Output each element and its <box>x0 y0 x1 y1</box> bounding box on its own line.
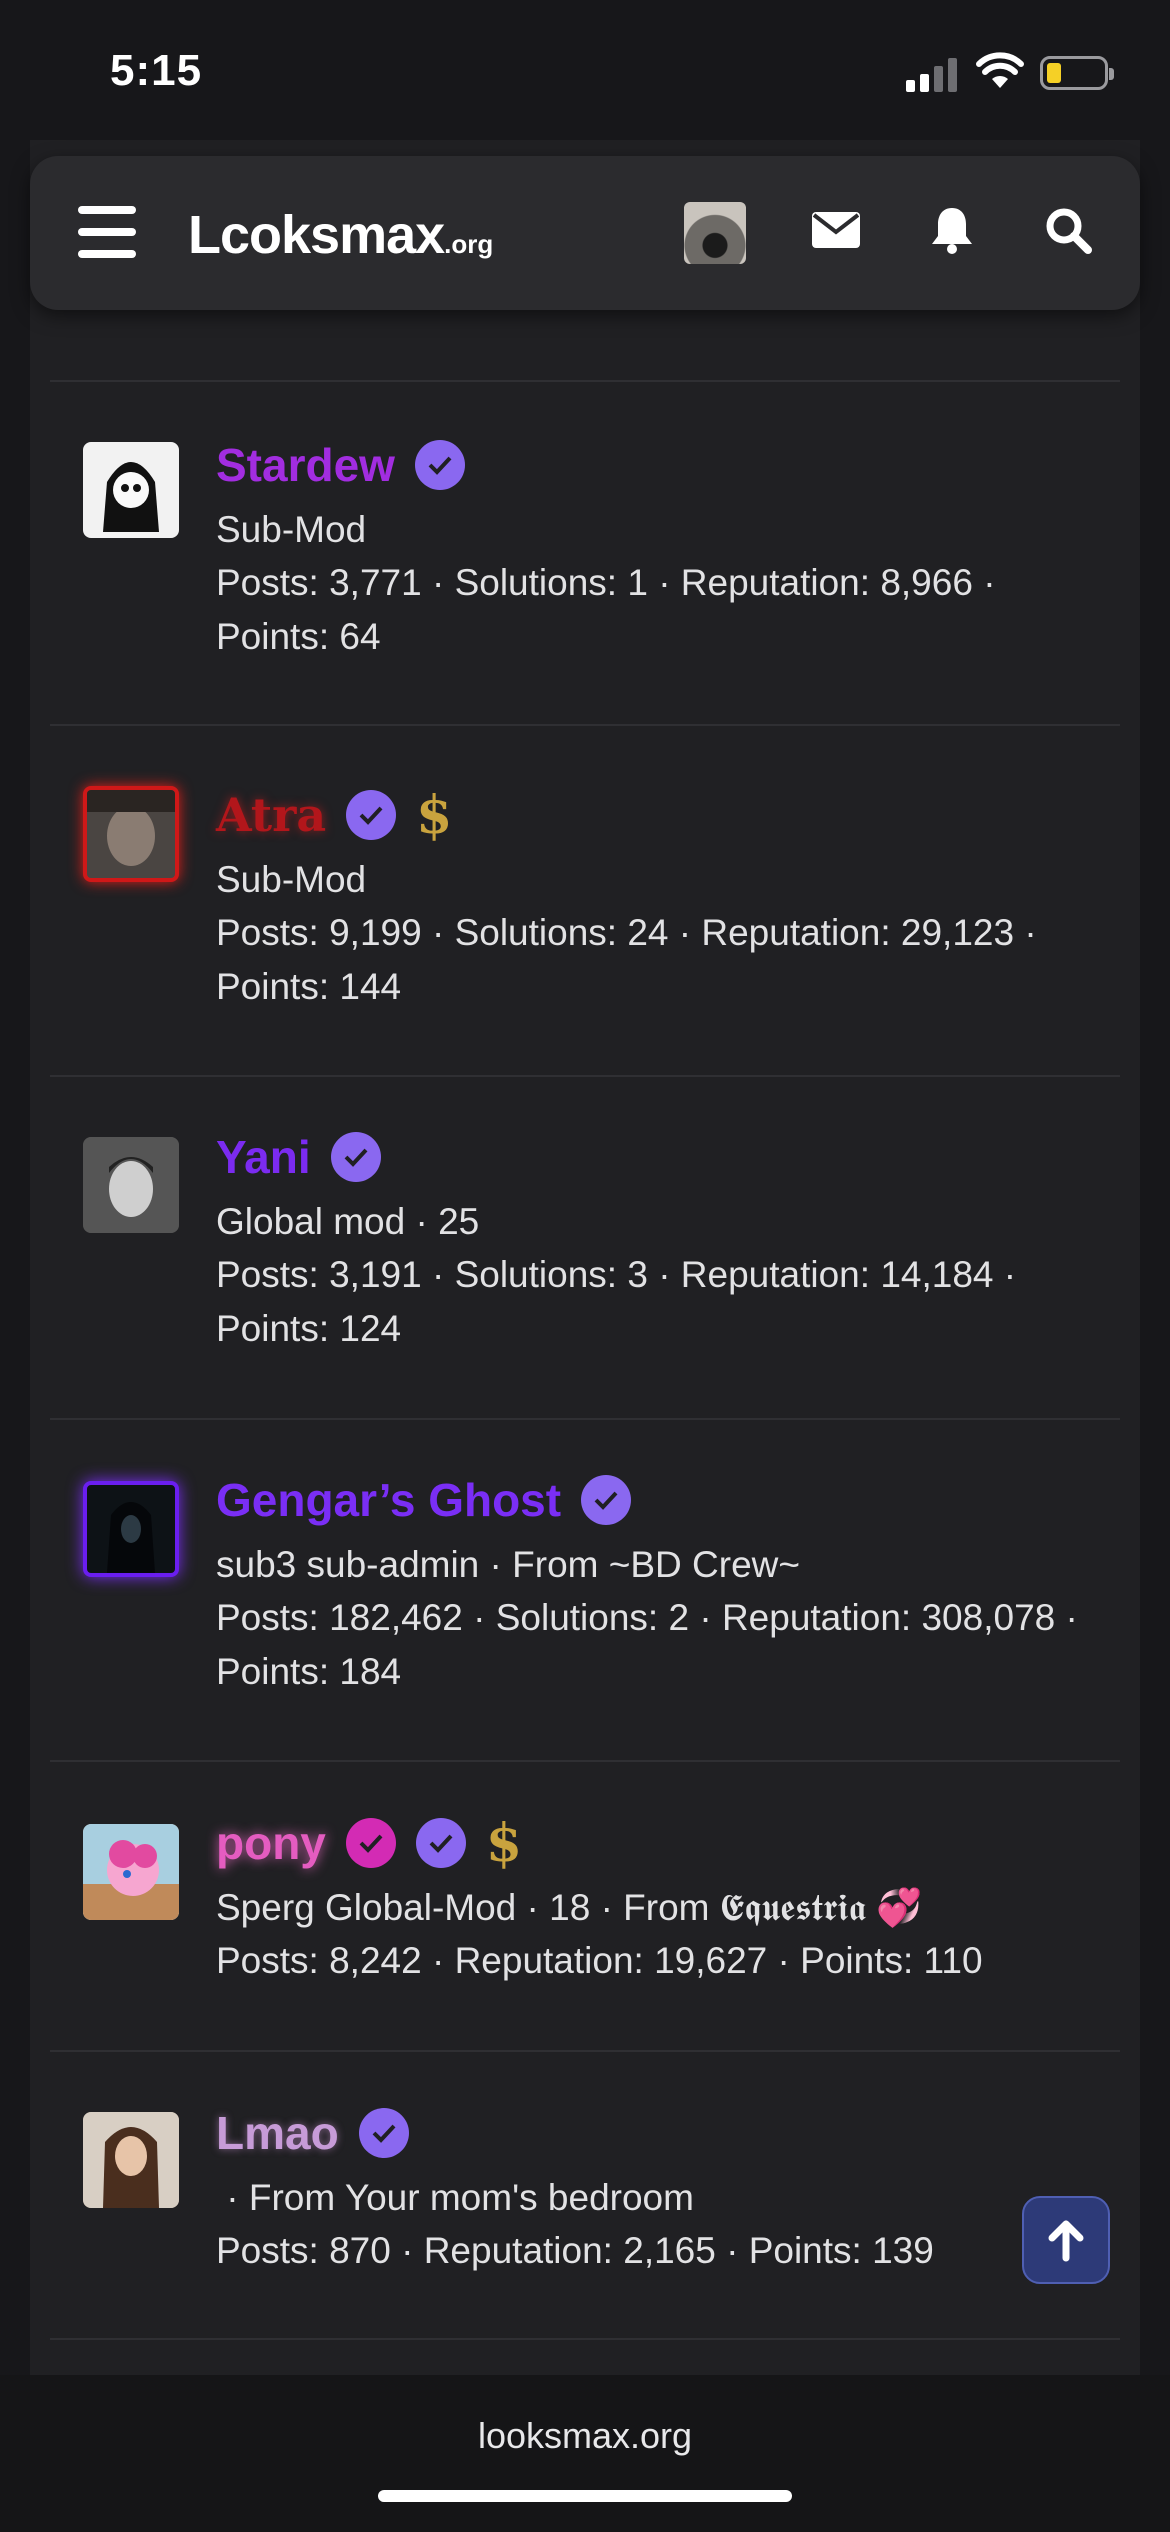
verified-icon <box>346 790 397 840</box>
member-title: Sperg Global-Mod · 18 · From 𝕰𝖖𝖚𝖊𝖘𝖙𝖗𝖎𝖆 💞 <box>216 1882 1116 1934</box>
member-stats: Posts: 3,771 · Solutions: 1 · Reputation… <box>216 562 996 657</box>
verified-icon <box>415 1818 466 1868</box>
member-stats: Posts: 182,462 · Solutions: 2 · Reputati… <box>216 1597 1078 1692</box>
dollar-icon: $ <box>485 1812 523 1874</box>
bell-icon[interactable] <box>922 200 982 260</box>
member-stats: Posts: 3,191 · Solutions: 3 · Reputation… <box>216 1254 1017 1349</box>
scroll-to-top-button[interactable] <box>1022 2196 1110 2284</box>
pink-verified-icon <box>345 1818 396 1868</box>
member-avatar[interactable] <box>83 2112 179 2208</box>
home-indicator <box>378 2490 792 2502</box>
mail-icon[interactable] <box>806 200 866 260</box>
divider <box>50 2050 1120 2052</box>
logo-tld: .org <box>444 229 494 259</box>
member-name[interactable]: Atra <box>216 788 326 842</box>
member-avatar[interactable] <box>83 786 179 882</box>
verified-icon <box>581 1475 632 1525</box>
member-name[interactable]: pony <box>216 1816 326 1870</box>
divider <box>50 380 1120 382</box>
member-location: 𝕰𝖖𝖚𝖊𝖘𝖙𝖗𝖎𝖆 <box>719 1886 866 1929</box>
member-stats: Posts: 870 · Reputation: 2,165 · Points:… <box>216 2230 934 2271</box>
dollar-icon: $ <box>416 784 453 846</box>
heart-emoji: 💞 <box>876 1887 923 1928</box>
member-name[interactable]: Gengar’s Ghost <box>216 1473 561 1527</box>
url-text: looksmax.org <box>477 2415 693 2456</box>
member-title: Global mod · 25 <box>216 1201 480 1242</box>
top-navbar: Lcoksmax.org <box>30 156 1140 310</box>
menu-icon[interactable] <box>78 206 136 258</box>
verified-icon <box>330 1132 381 1182</box>
verified-icon <box>358 2108 409 2158</box>
logo-text: Lcoksmax <box>188 205 445 265</box>
verified-icon <box>414 440 465 490</box>
member-title: Sub-Mod <box>216 859 367 900</box>
member-title: · From Your mom's bedroom <box>216 2177 694 2218</box>
status-bar: 5:15 <box>0 0 1170 140</box>
member-avatar[interactable] <box>83 442 179 538</box>
user-avatar[interactable] <box>684 202 746 264</box>
member-title-prefix: Sperg Global-Mod · 18 · From <box>216 1887 720 1928</box>
wifi-icon <box>976 52 1024 88</box>
member-stats: Posts: 9,199 · Solutions: 24 · Reputatio… <box>216 912 1037 1007</box>
member-title: sub3 sub-admin · From ~BD Crew~ <box>216 1544 800 1585</box>
divider <box>50 2338 1120 2340</box>
member-avatar[interactable] <box>83 1824 179 1920</box>
divider <box>50 1418 1120 1420</box>
divider <box>50 1760 1120 1762</box>
arrow-up-icon <box>1048 2220 1084 2262</box>
cellular-signal-icon <box>906 56 962 92</box>
member-avatar[interactable] <box>83 1137 179 1233</box>
divider <box>50 1075 1120 1077</box>
member-stats: Posts: 8,242 · Reputation: 19,627 · Poin… <box>216 1940 983 1981</box>
member-name[interactable]: Lmao <box>216 2106 339 2160</box>
member-title: Sub-Mod <box>216 509 367 550</box>
site-logo[interactable]: Lcoksmax.org <box>188 204 493 266</box>
status-time: 5:15 <box>110 46 203 95</box>
member-avatar[interactable] <box>83 1481 179 1577</box>
browser-address-bar[interactable]: looksmax.org <box>0 2375 1170 2532</box>
member-name[interactable]: Yani <box>216 1130 311 1184</box>
search-icon[interactable] <box>1038 200 1098 260</box>
divider <box>50 724 1120 726</box>
member-name[interactable]: Stardew <box>216 438 395 492</box>
battery-icon <box>1040 56 1114 90</box>
